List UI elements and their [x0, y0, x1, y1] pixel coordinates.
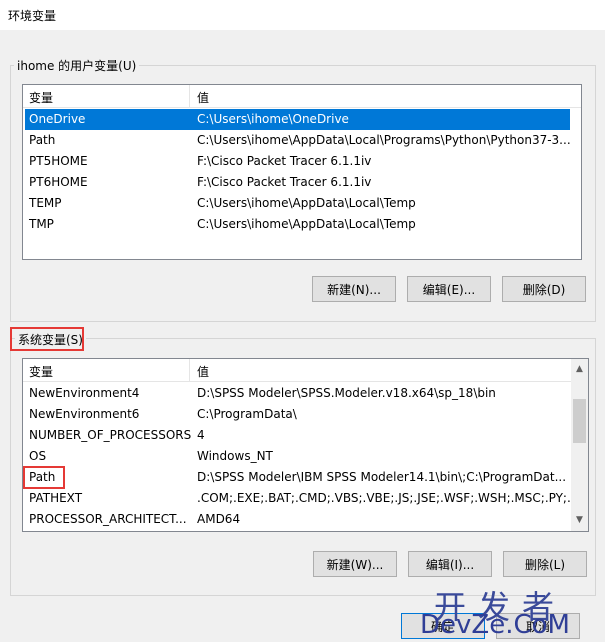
column-separator[interactable] — [189, 359, 190, 381]
table-row[interactable]: Path D:\SPSS Modeler\IBM SPSS Modeler14.… — [25, 467, 570, 488]
table-row[interactable]: TMP C:\Users\ihome\AppData\Local\Temp — [25, 214, 570, 235]
var-name: PATHEXT — [29, 491, 83, 505]
path-row-highlight — [23, 466, 65, 489]
var-value: .COM;.EXE;.BAT;.CMD;.VBS;.VBE;.JS;.JSE;.… — [197, 491, 588, 505]
title-bar: 环境变量 — [0, 0, 605, 30]
watermark-line2: DevZe.CoM — [420, 610, 570, 640]
col-header-value[interactable]: 值 — [197, 89, 209, 106]
var-name: NewEnvironment4 — [29, 386, 140, 400]
scroll-thumb[interactable] — [573, 399, 586, 443]
table-row[interactable]: NewEnvironment4 D:\SPSS Modeler\SPSS.Mod… — [25, 383, 570, 404]
user-vars-header: 变量 值 — [23, 85, 581, 108]
var-value: C:\Users\ihome\AppData\Local\Programs\Py… — [197, 133, 571, 147]
var-value: F:\Cisco Packet Tracer 6.1.1iv — [197, 154, 372, 168]
scroll-down-icon[interactable]: ▼ — [571, 512, 588, 529]
table-row[interactable]: NUMBER_OF_PROCESSORS 4 — [25, 425, 570, 446]
table-row[interactable]: PATHEXT .COM;.EXE;.BAT;.CMD;.VBS;.VBE;.J… — [25, 488, 588, 509]
var-name: PT6HOME — [29, 175, 88, 189]
table-row[interactable]: PROCESSOR_ARCHITECT... AMD64 — [25, 509, 570, 530]
var-value: D:\SPSS Modeler\SPSS.Modeler.v18.x64\sp_… — [197, 386, 496, 400]
var-value: C:\Users\ihome\OneDrive — [197, 112, 349, 126]
var-name: PT5HOME — [29, 154, 88, 168]
system-new-button[interactable]: 新建(W)... — [313, 551, 397, 577]
var-name: NewEnvironment6 — [29, 407, 140, 421]
var-value: F:\Cisco Packet Tracer 6.1.1iv — [197, 175, 372, 189]
var-value: C:\ProgramData\ — [197, 407, 297, 421]
var-value: C:\Users\ihome\AppData\Local\Temp — [197, 217, 416, 231]
user-new-button[interactable]: 新建(N)... — [312, 276, 396, 302]
system-vars-list[interactable]: 变量 值 NewEnvironment4 D:\SPSS Modeler\SPS… — [22, 358, 589, 532]
var-value: AMD64 — [197, 512, 241, 526]
var-value: D:\SPSS Modeler\IBM SPSS Modeler14.1\bin… — [197, 470, 567, 484]
system-edit-button[interactable]: 编辑(I)... — [408, 551, 492, 577]
user-delete-button[interactable]: 删除(D) — [502, 276, 586, 302]
var-name: PROCESSOR_ARCHITECT... — [29, 512, 187, 526]
vertical-scrollbar[interactable]: ▲ ▼ — [571, 359, 588, 531]
col-header-name[interactable]: 变量 — [29, 363, 53, 380]
user-vars-group-label: ihome 的用户变量(U) — [14, 57, 140, 74]
table-row[interactable]: PT5HOME F:\Cisco Packet Tracer 6.1.1iv — [25, 151, 570, 172]
var-name: NUMBER_OF_PROCESSORS — [29, 428, 192, 442]
system-vars-label-highlight — [10, 327, 84, 351]
window-title: 环境变量 — [8, 9, 57, 23]
system-delete-button[interactable]: 删除(L) — [503, 551, 587, 577]
var-name: OS — [29, 449, 47, 463]
col-header-value[interactable]: 值 — [197, 363, 209, 380]
watermark-logo: 开发者 DevZe.CoM — [410, 588, 600, 642]
column-separator[interactable] — [189, 85, 190, 107]
table-row[interactable]: PT6HOME F:\Cisco Packet Tracer 6.1.1iv — [25, 172, 570, 193]
col-header-name[interactable]: 变量 — [29, 89, 53, 106]
var-value: Windows_NT — [197, 449, 273, 463]
table-row[interactable]: TEMP C:\Users\ihome\AppData\Local\Temp — [25, 193, 570, 214]
var-name: TEMP — [29, 196, 62, 210]
var-name: Path — [29, 133, 56, 147]
user-vars-list[interactable]: 变量 值 OneDrive C:\Users\ihome\OneDrive Pa… — [22, 84, 582, 260]
table-row[interactable]: NewEnvironment6 C:\ProgramData\ — [25, 404, 570, 425]
var-name: OneDrive — [29, 112, 86, 126]
scroll-up-icon[interactable]: ▲ — [571, 361, 588, 378]
table-row[interactable]: OneDrive C:\Users\ihome\OneDrive — [25, 109, 570, 130]
var-name: TMP — [29, 217, 54, 231]
user-edit-button[interactable]: 编辑(E)... — [407, 276, 491, 302]
system-vars-header: 变量 值 — [23, 359, 588, 382]
var-value: 4 — [197, 428, 205, 442]
table-row[interactable]: OS Windows_NT — [25, 446, 570, 467]
var-value: C:\Users\ihome\AppData\Local\Temp — [197, 196, 416, 210]
table-row[interactable]: Path C:\Users\ihome\AppData\Local\Progra… — [25, 130, 571, 151]
